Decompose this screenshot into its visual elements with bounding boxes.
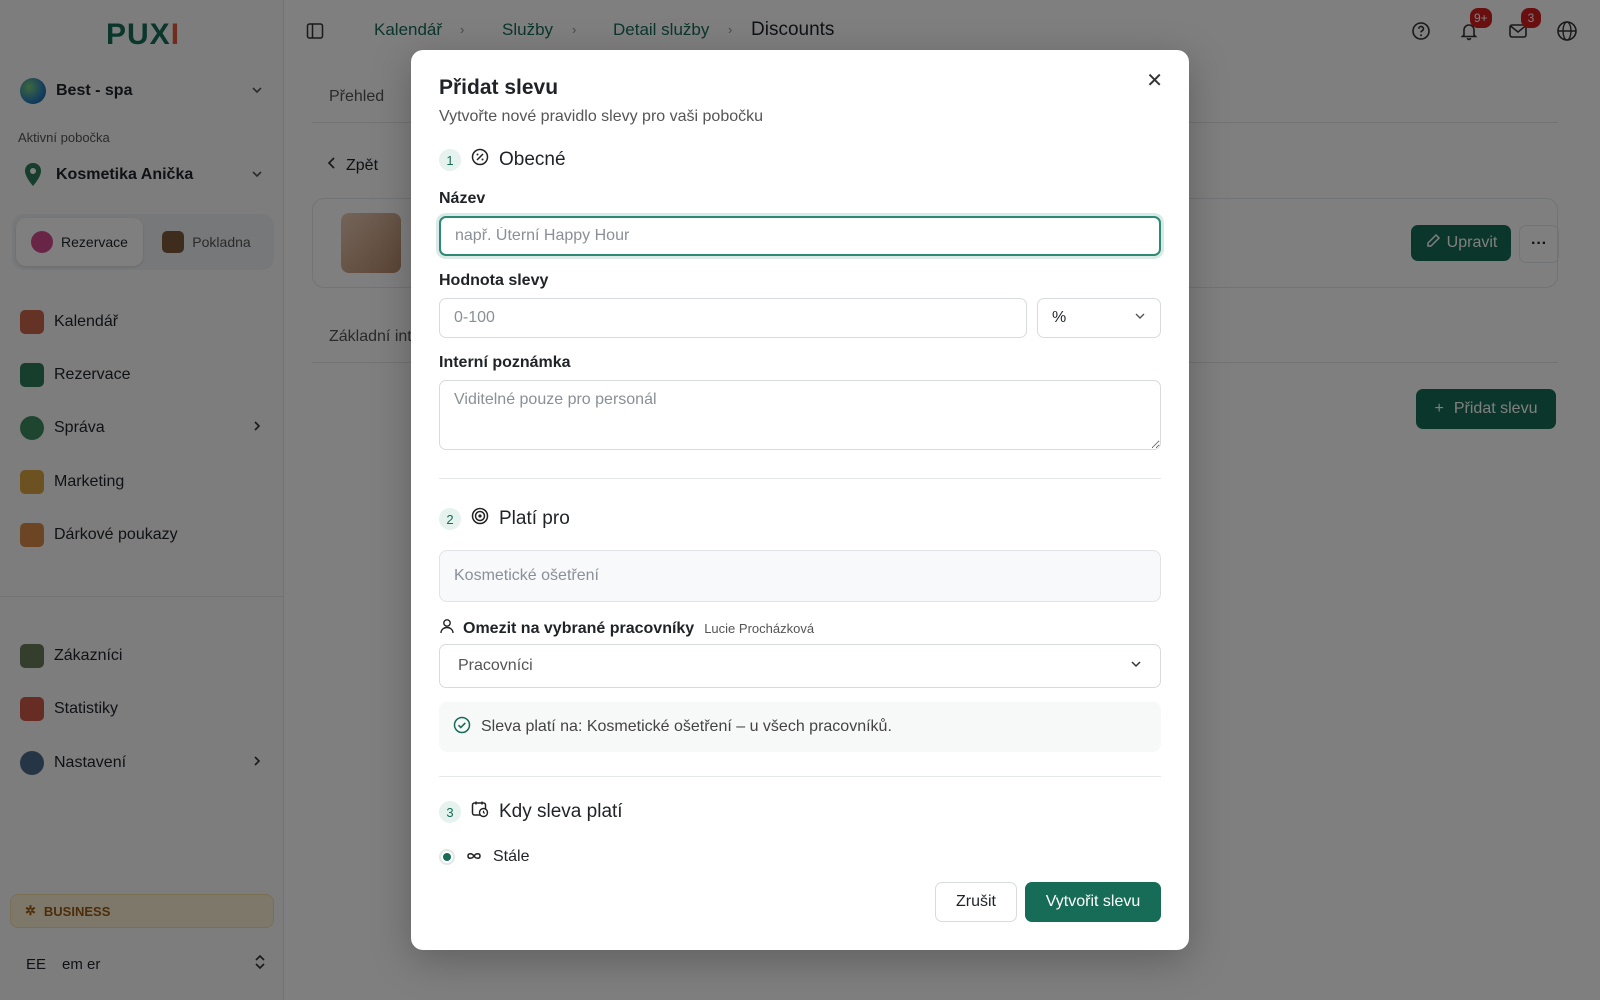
- workers-value: Pracovníci: [458, 657, 533, 674]
- name-label: Název: [439, 190, 486, 207]
- unit-select[interactable]: %: [1037, 298, 1161, 338]
- discount-value-input[interactable]: [439, 298, 1027, 338]
- always-label: Stále: [493, 848, 530, 865]
- add-discount-dialog: ✕ Přidat slevu Vytvořte nové pravidlo sl…: [411, 50, 1189, 950]
- step-applies-to: 2 Platí pro: [439, 507, 570, 531]
- value-label: Hodnota slevy: [439, 272, 549, 289]
- name-input[interactable]: [439, 216, 1161, 256]
- service-field: Kosmetické ošetření: [439, 550, 1161, 602]
- step-number: 1: [439, 149, 461, 171]
- service-value: Kosmetické ošetření: [454, 567, 599, 584]
- badge-percent-icon: [471, 148, 489, 172]
- section-divider: [439, 478, 1161, 479]
- cancel-button[interactable]: Zrušit: [935, 882, 1017, 922]
- section-divider: [439, 776, 1161, 777]
- restrict-label: Omezit na vybrané pracovníky: [463, 619, 695, 637]
- chevron-down-icon: [1134, 309, 1146, 327]
- workers-select[interactable]: Pracovníci: [439, 644, 1161, 688]
- restrict-workers-row: Omezit na vybrané pracovníky Lucie Proch…: [439, 618, 814, 639]
- step-when: 3 Kdy sleva platí: [439, 800, 623, 824]
- step-title: Platí pro: [499, 508, 570, 529]
- user-icon: [439, 618, 455, 639]
- dialog-title: Přidat slevu: [439, 76, 559, 99]
- unit-value: %: [1052, 309, 1067, 326]
- step-number: 3: [439, 801, 461, 823]
- note-label: Interní poznámka: [439, 354, 571, 371]
- dialog-subtitle: Vytvořte nové pravidlo slevy pro vaši po…: [439, 108, 764, 125]
- calendar-clock-icon: [471, 800, 489, 824]
- target-icon: [471, 507, 489, 531]
- always-option[interactable]: Stále: [439, 848, 529, 866]
- applies-info-text: Sleva platí na: Kosmetické ošetření – u …: [481, 718, 892, 735]
- step-general: 1 Obecné: [439, 148, 566, 172]
- create-discount-button[interactable]: Vytvořit slevu: [1025, 882, 1161, 922]
- applies-info: Sleva platí na: Kosmetické ošetření – u …: [439, 702, 1161, 752]
- step-title: Obecné: [499, 149, 566, 170]
- close-icon[interactable]: ✕: [1146, 68, 1163, 93]
- check-circle-icon: [453, 716, 471, 739]
- chevron-down-icon: [1130, 657, 1142, 675]
- always-radio[interactable]: [439, 849, 455, 865]
- internal-note-textarea[interactable]: [439, 380, 1161, 450]
- step-title: Kdy sleva platí: [499, 801, 623, 822]
- infinity-icon: [465, 848, 483, 866]
- step-number: 2: [439, 508, 461, 530]
- restrict-worker-name: Lucie Procházková: [704, 621, 815, 636]
